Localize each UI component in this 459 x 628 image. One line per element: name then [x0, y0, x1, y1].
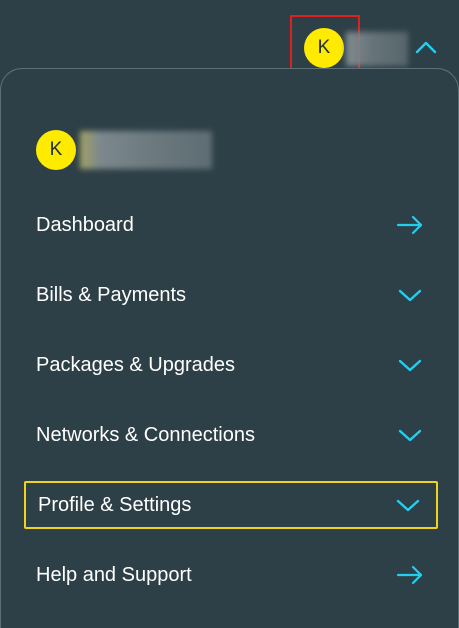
menu-item-help-support[interactable]: Help and Support	[24, 551, 438, 599]
chevron-up-icon[interactable]	[414, 38, 438, 56]
menu-item-bills-payments[interactable]: Bills & Payments	[24, 271, 438, 319]
menu-item-packages-upgrades[interactable]: Packages & Upgrades	[24, 341, 438, 389]
arrow-right-icon	[396, 565, 423, 585]
menu-item-label: Help and Support	[36, 563, 192, 586]
menu-item-networks-connections[interactable]: Networks & Connections	[24, 411, 438, 459]
chevron-down-icon	[396, 499, 420, 512]
chevron-down-icon	[398, 289, 422, 302]
user-name-redacted	[346, 32, 408, 66]
menu-item-dashboard[interactable]: Dashboard	[24, 201, 438, 249]
avatar[interactable]: K	[304, 28, 344, 68]
menu-item-label: Networks & Connections	[36, 423, 255, 446]
menu-item-label: Dashboard	[36, 213, 134, 236]
chevron-down-icon	[398, 429, 422, 442]
top-bar: K	[0, 0, 459, 73]
menu-item-label: Packages & Upgrades	[36, 353, 236, 376]
profile-summary: K	[36, 130, 212, 170]
user-name-redacted	[80, 131, 212, 169]
chevron-down-icon	[398, 359, 422, 372]
arrow-right-icon	[396, 215, 423, 235]
avatar: K	[36, 130, 76, 170]
menu-item-label: Profile & Settings	[38, 493, 192, 516]
menu-item-label: Bills & Payments	[36, 283, 187, 306]
menu-item-profile-settings[interactable]: Profile & Settings	[24, 481, 438, 529]
